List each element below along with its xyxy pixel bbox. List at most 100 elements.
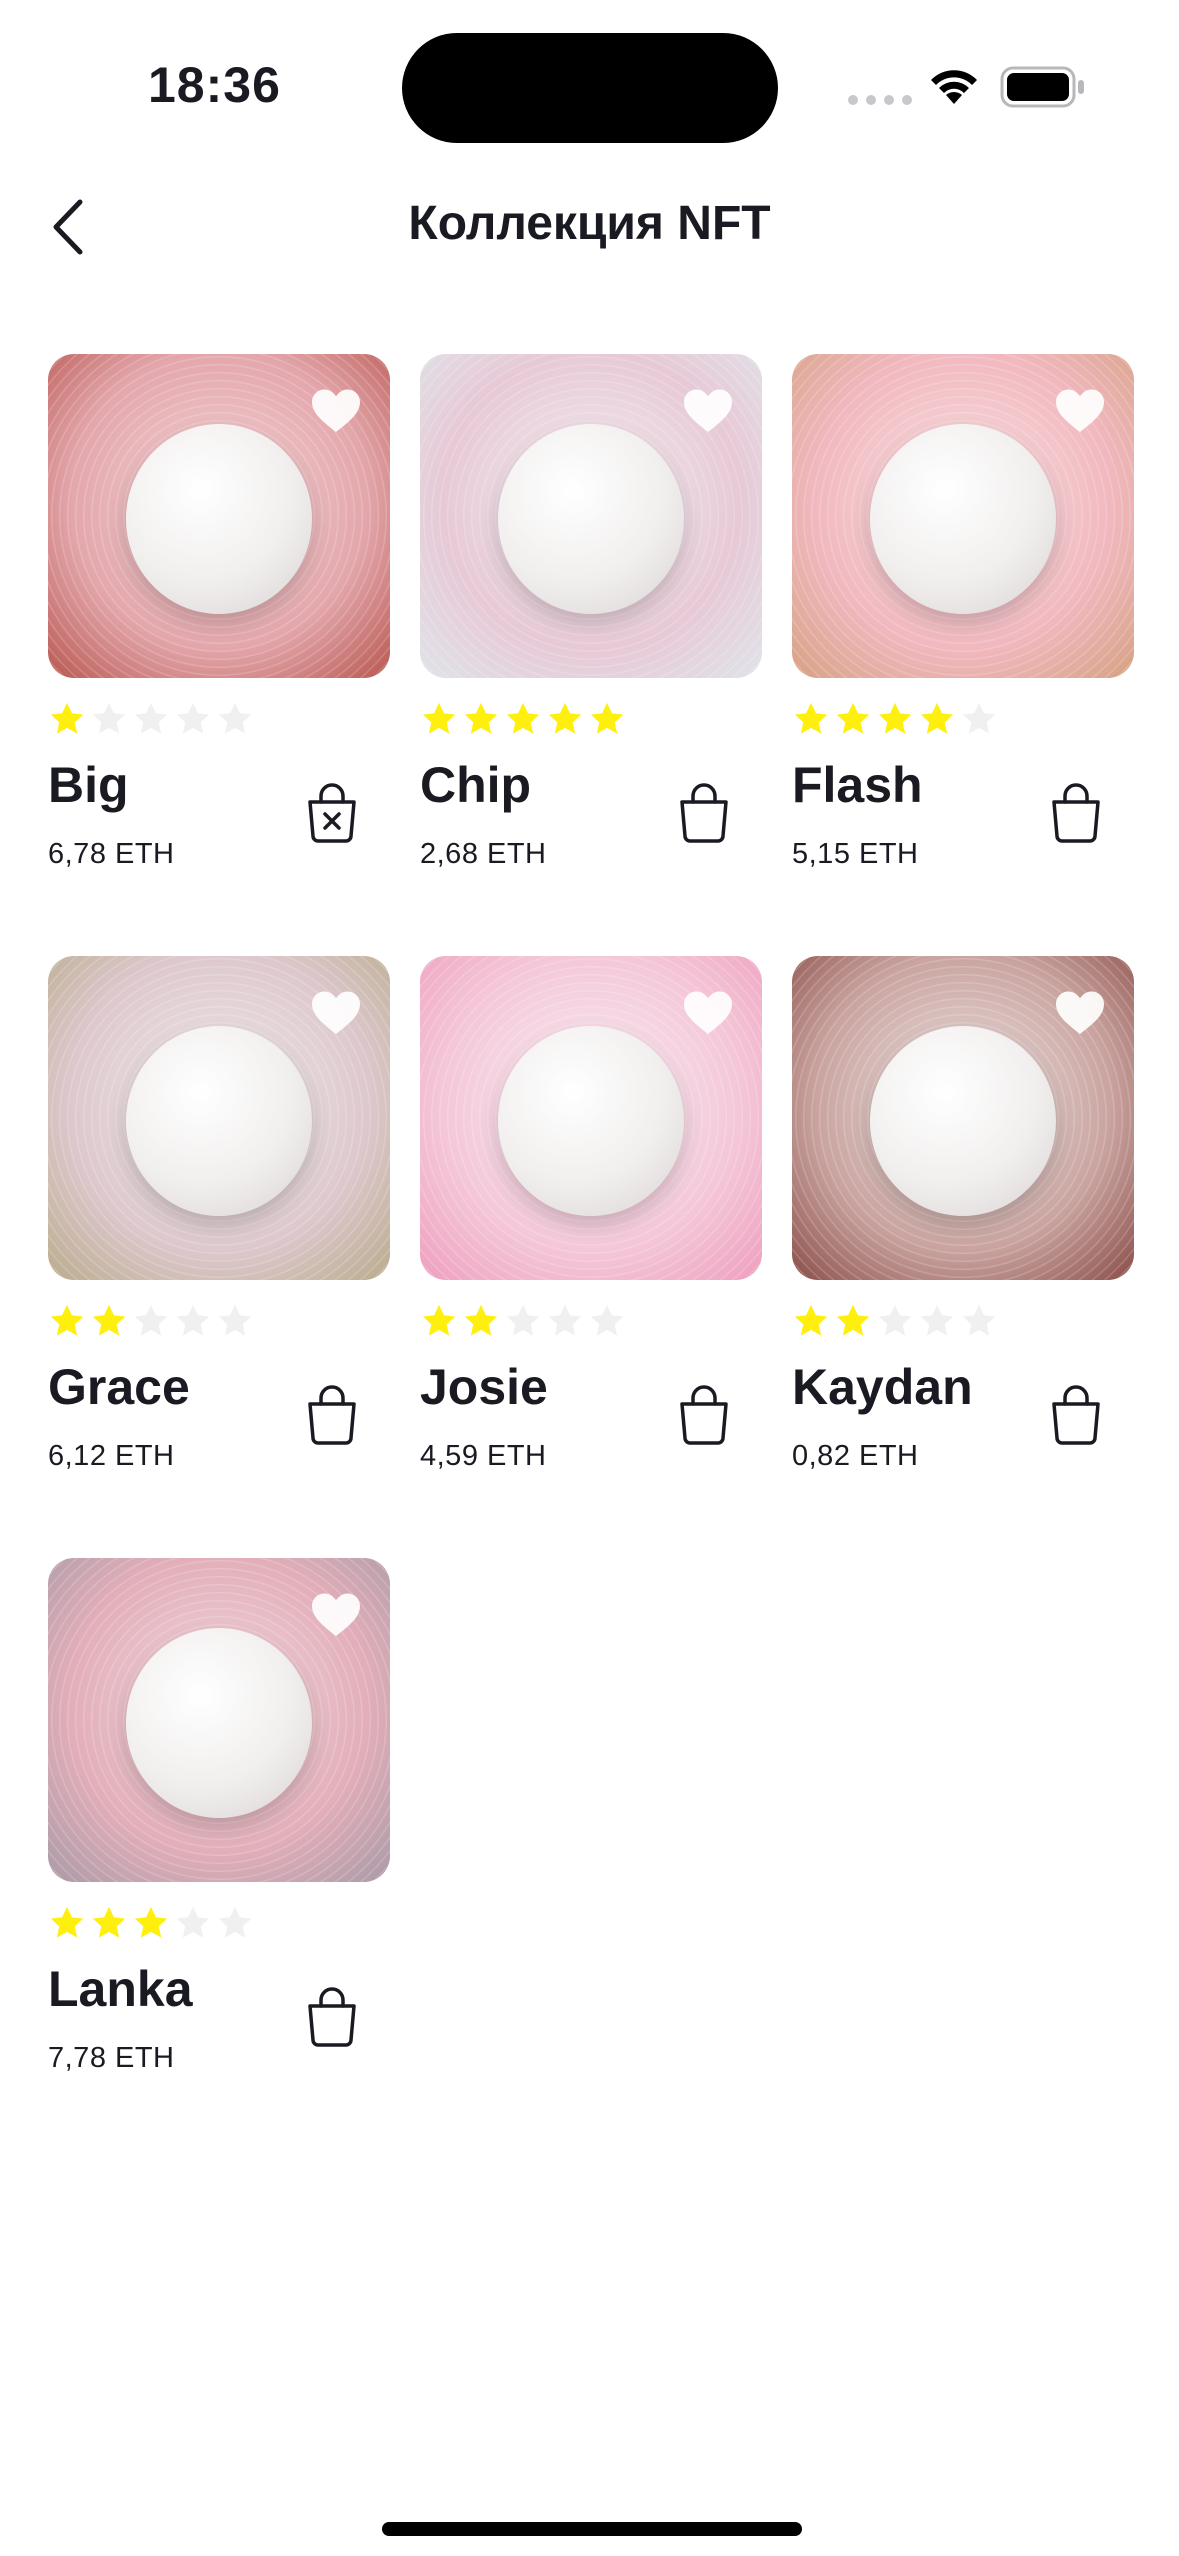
- add-to-cart-button[interactable]: [1046, 780, 1106, 844]
- star-filled-icon: [590, 702, 624, 734]
- nft-price: 4,59 ETH: [420, 1440, 547, 1472]
- like-button[interactable]: [1054, 990, 1106, 1036]
- heart-icon: [684, 991, 732, 1034]
- star-filled-icon: [50, 1304, 84, 1336]
- wifi-icon: [931, 70, 977, 104]
- star-filled-icon: [878, 702, 912, 734]
- star-filled-icon: [836, 1304, 870, 1336]
- star-filled-icon: [794, 1304, 828, 1336]
- nft-card: Big 6,78 ETH: [48, 354, 390, 914]
- nft-card: Grace 6,12 ETH: [48, 956, 390, 1516]
- add-to-cart-button[interactable]: [302, 1984, 362, 2048]
- remove-from-cart-button[interactable]: [302, 780, 362, 844]
- star-filled-icon: [50, 1906, 84, 1938]
- nft-image[interactable]: [420, 956, 762, 1280]
- star-filled-icon: [548, 702, 582, 734]
- star-empty-icon: [92, 702, 126, 734]
- nft-figure: [126, 1628, 312, 1818]
- battery-icon: [1000, 66, 1084, 108]
- cart-add-icon: [308, 1385, 356, 1445]
- star-empty-icon: [134, 702, 168, 734]
- nft-card: Josie 4,59 ETH: [420, 956, 762, 1516]
- nft-image[interactable]: [48, 956, 390, 1280]
- star-empty-icon: [506, 1304, 540, 1336]
- nft-figure: [498, 1026, 684, 1216]
- star-empty-icon: [962, 1304, 996, 1336]
- nft-figure: [498, 424, 684, 614]
- heart-icon: [1056, 389, 1104, 432]
- home-indicator: [382, 2522, 802, 2536]
- heart-icon: [1056, 991, 1104, 1034]
- like-button[interactable]: [682, 388, 734, 434]
- like-button[interactable]: [682, 990, 734, 1036]
- rating-stars: [792, 1302, 998, 1340]
- like-button[interactable]: [310, 1592, 362, 1638]
- star-empty-icon: [590, 1304, 624, 1336]
- nft-price: 5,15 ETH: [792, 838, 919, 870]
- like-button[interactable]: [310, 990, 362, 1036]
- heart-icon: [684, 389, 732, 432]
- nft-price: 0,82 ETH: [792, 1440, 919, 1472]
- star-filled-icon: [92, 1906, 126, 1938]
- nft-card: Kaydan 0,82 ETH: [792, 956, 1134, 1516]
- cart-add-icon: [1052, 1385, 1100, 1445]
- star-empty-icon: [176, 1906, 210, 1938]
- add-to-cart-button[interactable]: [674, 1382, 734, 1446]
- rating-stars: [48, 1302, 254, 1340]
- status-time: 18:36: [148, 57, 281, 113]
- star-filled-icon: [50, 702, 84, 734]
- nft-image[interactable]: [792, 956, 1134, 1280]
- star-filled-icon: [920, 702, 954, 734]
- star-filled-icon: [134, 1906, 168, 1938]
- nft-price: 6,78 ETH: [48, 838, 175, 870]
- star-empty-icon: [548, 1304, 582, 1336]
- nft-name: Lanka: [48, 1961, 193, 2017]
- like-button[interactable]: [1054, 388, 1106, 434]
- star-empty-icon: [962, 702, 996, 734]
- page-title: Коллекция NFT: [408, 197, 771, 250]
- star-empty-icon: [134, 1304, 168, 1336]
- dynamic-island: [402, 33, 778, 143]
- star-filled-icon: [506, 702, 540, 734]
- nft-price: 2,68 ETH: [420, 838, 547, 870]
- nft-price: 7,78 ETH: [48, 2042, 175, 2074]
- rating-stars: [48, 700, 254, 738]
- nft-image[interactable]: [48, 354, 390, 678]
- star-empty-icon: [920, 1304, 954, 1336]
- cart-remove-icon: [308, 783, 356, 843]
- heart-icon: [312, 991, 360, 1034]
- rating-stars: [420, 1302, 626, 1340]
- nft-name: Flash: [792, 757, 923, 813]
- nft-name: Chip: [420, 757, 532, 813]
- nft-image[interactable]: [420, 354, 762, 678]
- cart-add-icon: [308, 1987, 356, 2047]
- star-filled-icon: [464, 702, 498, 734]
- star-filled-icon: [794, 702, 828, 734]
- cart-add-icon: [680, 1385, 728, 1445]
- nft-figure: [870, 1026, 1056, 1216]
- star-filled-icon: [836, 702, 870, 734]
- nft-card: Chip 2,68 ETH: [420, 354, 762, 914]
- cart-add-icon: [680, 783, 728, 843]
- nft-name: Josie: [420, 1359, 548, 1415]
- nft-name: Grace: [48, 1359, 190, 1415]
- rating-stars: [420, 700, 626, 738]
- nft-image[interactable]: [792, 354, 1134, 678]
- star-empty-icon: [218, 1304, 252, 1336]
- cart-add-icon: [1052, 783, 1100, 843]
- add-to-cart-button[interactable]: [674, 780, 734, 844]
- star-filled-icon: [422, 1304, 456, 1336]
- status-bar: 18:36: [0, 0, 1179, 170]
- cellular-signal-icon: [848, 95, 912, 105]
- nft-image[interactable]: [48, 1558, 390, 1882]
- star-empty-icon: [218, 702, 252, 734]
- star-empty-icon: [176, 702, 210, 734]
- like-button[interactable]: [310, 388, 362, 434]
- add-to-cart-button[interactable]: [302, 1382, 362, 1446]
- star-empty-icon: [218, 1906, 252, 1938]
- star-empty-icon: [878, 1304, 912, 1336]
- star-filled-icon: [464, 1304, 498, 1336]
- nft-card: Flash 5,15 ETH: [792, 354, 1134, 914]
- heart-icon: [312, 389, 360, 432]
- add-to-cart-button[interactable]: [1046, 1382, 1106, 1446]
